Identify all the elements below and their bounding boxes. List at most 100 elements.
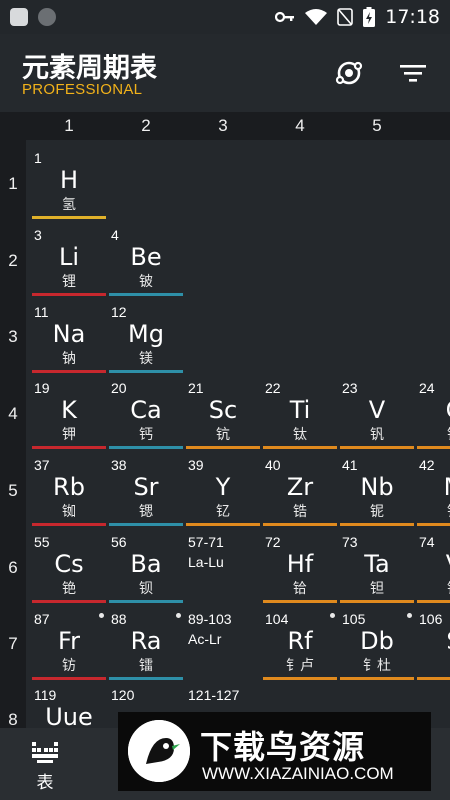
element-cell-ra[interactable]: 88 Ra 镭 [109, 611, 183, 683]
app-title: 元素周期表 [22, 53, 157, 84]
atomic-number: 74 [419, 534, 435, 550]
atomic-number: 120 [111, 687, 135, 703]
category-bar [186, 446, 260, 449]
atomic-number: 23 [342, 380, 358, 396]
element-symbol: M [417, 473, 450, 501]
periodic-table[interactable]: 1 2 3 4 5 1 2 3 4 5 6 7 8 1 H 氢 3 Li 锂 4… [0, 112, 450, 728]
category-bar [417, 523, 450, 526]
category-bar [417, 446, 450, 449]
element-cell-rb[interactable]: 37 Rb 铷 [32, 457, 106, 529]
element-cell-ti[interactable]: 22 Ti 钛 [263, 380, 337, 452]
category-bar [186, 523, 260, 526]
element-cell-cr[interactable]: 24 C 铬 [417, 380, 450, 452]
element-cell-cs[interactable]: 55 Cs 铯 [32, 534, 106, 606]
element-symbol: Y [215, 473, 231, 501]
element-symbol: Rf [287, 627, 313, 655]
group-number: 3 [218, 116, 228, 135]
bird-logo-icon [128, 720, 190, 782]
category-bar [263, 677, 337, 680]
element-symbol: Sc [208, 396, 238, 424]
element-cell-y[interactable]: 39 Y 钇 [186, 457, 260, 529]
element-name: 氢 [62, 197, 76, 213]
atomic-number: 72 [265, 534, 281, 550]
element-name: 钙 [139, 427, 153, 443]
element-name: 镁 [139, 351, 153, 367]
element-symbol: Ra [130, 627, 162, 655]
series-label: Ac-Lr [188, 631, 222, 647]
element-cell-sg[interactable]: 106 S [417, 611, 450, 683]
period-number: 2 [8, 251, 18, 270]
element-cell-hf[interactable]: 72 Hf 铪 [263, 534, 337, 606]
atom-orbit-icon [335, 61, 363, 85]
element-name: 铷 [62, 504, 76, 520]
category-bar [109, 370, 183, 373]
category-bar [109, 293, 183, 296]
wifi-icon [305, 9, 328, 25]
element-cell-be[interactable]: 4 Be 铍 [109, 227, 183, 299]
atomic-number: 88 [111, 611, 127, 627]
atomic-number: 41 [342, 457, 358, 473]
atomic-number: 73 [342, 534, 358, 550]
element-name: 钫 [62, 658, 76, 674]
element-cell-h[interactable]: 1 H 氢 [32, 150, 106, 222]
element-name: 钽 [370, 581, 384, 597]
element-cell-uue[interactable]: 119 Uue [32, 687, 106, 728]
no-sim-icon [337, 8, 354, 26]
element-cell-mg[interactable]: 12 Mg 镁 [109, 304, 183, 376]
element-name: 钇 [216, 504, 230, 520]
element-cell-zr[interactable]: 40 Zr 锆 [263, 457, 337, 529]
category-bar [109, 446, 183, 449]
element-name: 钠 [62, 351, 76, 367]
element-cell-na[interactable]: 11 Na 钠 [32, 304, 106, 376]
element-symbol: Zr [286, 473, 314, 501]
category-bar [32, 446, 106, 449]
category-bar [263, 600, 337, 603]
atomic-number: 21 [188, 380, 204, 396]
category-bar [109, 677, 183, 680]
element-symbol: C [417, 396, 450, 424]
element-cell-rf[interactable]: 104 Rf 钅卢 [263, 611, 337, 683]
element-cell-fr[interactable]: 87 Fr 钫 [32, 611, 106, 683]
orbit-view-button[interactable] [330, 54, 368, 92]
element-symbol: Li [58, 243, 80, 271]
period-number: 8 [8, 710, 18, 728]
element-cell-v[interactable]: 23 V 钒 [340, 380, 414, 452]
element-cell-sr[interactable]: 38 Sr 锶 [109, 457, 183, 529]
element-cell-li[interactable]: 3 Li 锂 [32, 227, 106, 299]
element-symbol: Be [130, 243, 162, 271]
element-cell-ba[interactable]: 56 Ba 钡 [109, 534, 183, 606]
category-bar [109, 523, 183, 526]
element-name: 镭 [139, 658, 153, 674]
element-cell-db[interactable]: 105 Db 钅杜 [340, 611, 414, 683]
element-cell-ca[interactable]: 20 Ca 钙 [109, 380, 183, 452]
series-range: 89-103 [188, 611, 232, 627]
element-cell-nb[interactable]: 41 Nb 铌 [340, 457, 414, 529]
element-symbol: Mg [128, 320, 164, 348]
status-icons: 17:18 [275, 4, 440, 30]
lanthanide-series-cell[interactable]: 57-71 La-Lu [186, 534, 260, 606]
category-bar [32, 293, 106, 296]
atomic-number: 37 [34, 457, 50, 473]
actinide-series-cell[interactable]: 89-103 Ac-Lr [186, 611, 260, 683]
element-symbol: Fr [58, 627, 80, 655]
element-name: 锶 [139, 504, 153, 520]
element-cell-w[interactable]: 74 V 钨 [417, 534, 450, 606]
element-name: 铬 [417, 424, 450, 444]
atomic-number: 11 [34, 304, 49, 320]
element-name: 钼 [417, 501, 450, 521]
atomic-number: 12 [111, 304, 127, 320]
element-symbol: Db [360, 627, 394, 655]
radioactive-dot [176, 613, 181, 618]
radioactive-dot [99, 613, 104, 618]
element-symbol: V [368, 396, 386, 424]
element-cell-mo[interactable]: 42 M 钼 [417, 457, 450, 529]
element-cell-k[interactable]: 19 K 钾 [32, 380, 106, 452]
category-bar [109, 600, 183, 603]
element-cell-sc[interactable]: 21 Sc 钪 [186, 380, 260, 452]
element-name: 锆 [293, 504, 307, 520]
period-number: 7 [8, 634, 18, 653]
filter-button[interactable] [394, 54, 432, 92]
element-cell-ta[interactable]: 73 Ta 钽 [340, 534, 414, 606]
category-bar [32, 370, 106, 373]
nav-tab-table[interactable]: 表 [20, 738, 70, 794]
